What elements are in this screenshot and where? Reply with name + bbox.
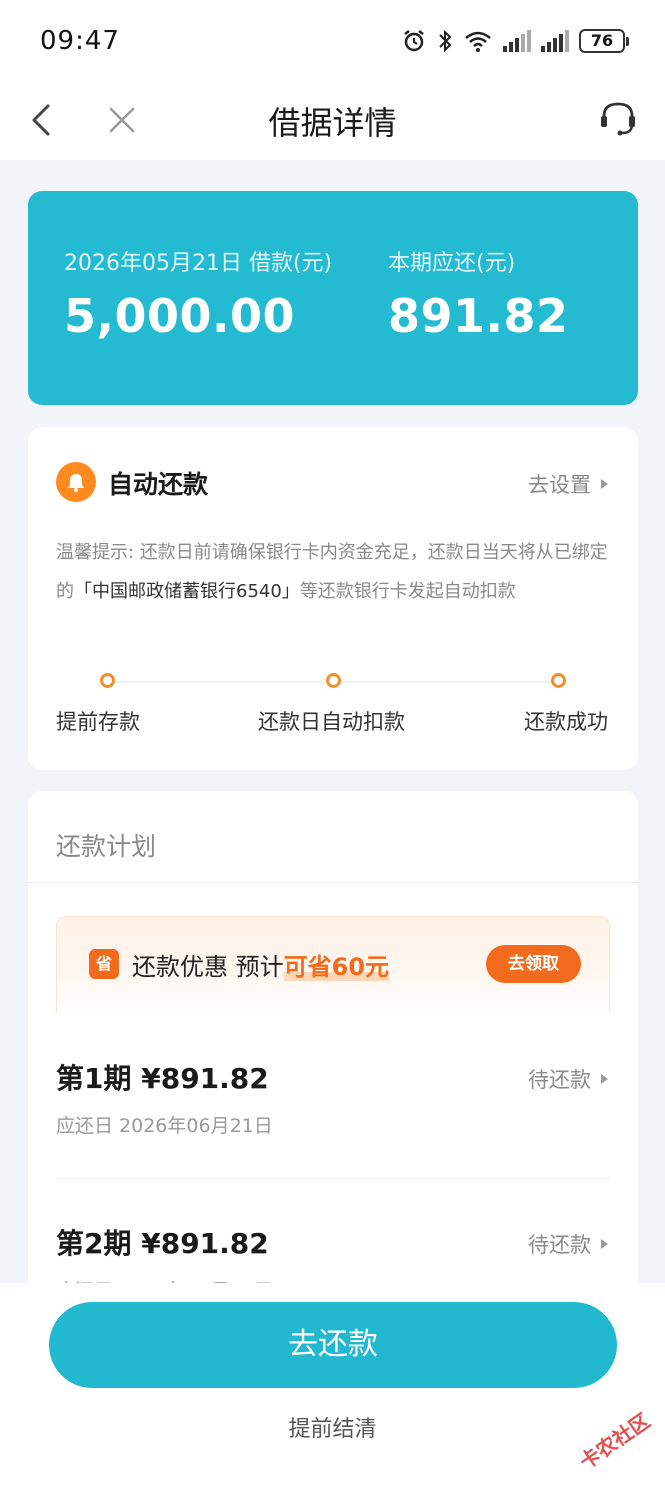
auto-repay-title: 自动还款 xyxy=(108,470,209,499)
due-amount-label: 本期应还(元) xyxy=(388,251,516,276)
period-status-label: 待还款 xyxy=(528,1233,591,1257)
due-amount: 891.82 xyxy=(388,289,569,343)
auto-repay-settings-link[interactable]: 去设置 xyxy=(528,469,608,499)
status-icons: 76 xyxy=(401,26,629,56)
tip-suffix: 等还款银行卡发起自动扣款 xyxy=(299,581,516,602)
page-title: 借据详情 xyxy=(268,104,397,142)
settings-link-label: 去设置 xyxy=(528,473,591,497)
nav-bar: 借据详情 xyxy=(0,80,665,160)
loan-summary-card: 2026年05月21日 借款(元) 5,000.00 本期应还(元) 891.8… xyxy=(28,191,638,405)
period-title: 第1期 ¥891.82 xyxy=(56,1062,269,1095)
wifi-icon xyxy=(465,31,491,52)
chevron-right-icon xyxy=(601,1239,608,1249)
auto-repay-card: 自动还款 去设置 温馨提示: 还款日前请确保银行卡内资金充足，还款日当天将从已绑… xyxy=(28,427,638,770)
loan-date-label: 2026年05月21日 借款(元) xyxy=(64,251,333,276)
step-label: 还款成功 xyxy=(524,710,608,734)
step-dot xyxy=(100,673,115,688)
customer-service-icon[interactable] xyxy=(595,96,641,142)
plan-title: 还款计划 xyxy=(56,832,157,861)
bank-card-name: 「中国邮政储蓄银行6540」 xyxy=(74,581,300,602)
divider xyxy=(56,1178,610,1179)
step-label: 提前存款 xyxy=(56,710,140,734)
early-settle-link[interactable]: 提前结清 xyxy=(0,1411,665,1443)
footer-bar: 去还款 提前结清 xyxy=(0,1283,665,1500)
period-status-label: 待还款 xyxy=(528,1068,591,1092)
claim-button[interactable]: 去领取 xyxy=(486,945,581,983)
alarm-icon xyxy=(404,30,424,52)
promo-text: 还款优惠 预计可省60元 xyxy=(132,947,390,982)
chevron-right-icon xyxy=(601,479,608,489)
chevron-right-icon xyxy=(601,1074,608,1084)
step-dot xyxy=(551,673,566,688)
promo-banner[interactable]: 省 还款优惠 预计可省60元 去领取 xyxy=(56,916,610,1013)
battery-icon: 76 xyxy=(579,29,629,53)
period-due-date: 应还日 2026年06月21日 xyxy=(56,1115,273,1137)
loan-amount: 5,000.00 xyxy=(64,289,295,343)
auto-repay-tip: 温馨提示: 还款日前请确保银行卡内资金充足，还款日当天将从已绑定的「中国邮政储蓄… xyxy=(56,533,612,611)
step-dot xyxy=(326,673,341,688)
period-title: 第2期 ¥891.82 xyxy=(56,1227,269,1260)
status-time: 09:47 xyxy=(40,26,120,56)
period-status[interactable]: 待还款 xyxy=(528,1064,608,1094)
promo-highlight: 可省60元 xyxy=(283,953,390,981)
save-badge-icon: 省 xyxy=(89,949,119,979)
divider xyxy=(28,882,638,883)
bluetooth-icon xyxy=(439,29,452,53)
status-bar: 09:47 76 xyxy=(0,0,665,80)
signal-icon xyxy=(541,30,569,52)
bell-icon xyxy=(56,462,96,502)
promo-text-prefix: 还款优惠 预计 xyxy=(132,953,284,981)
period-status[interactable]: 待还款 xyxy=(528,1229,608,1259)
step-label: 还款日自动扣款 xyxy=(258,710,405,734)
signal-icon xyxy=(503,30,531,52)
repay-button[interactable]: 去还款 xyxy=(49,1302,617,1388)
